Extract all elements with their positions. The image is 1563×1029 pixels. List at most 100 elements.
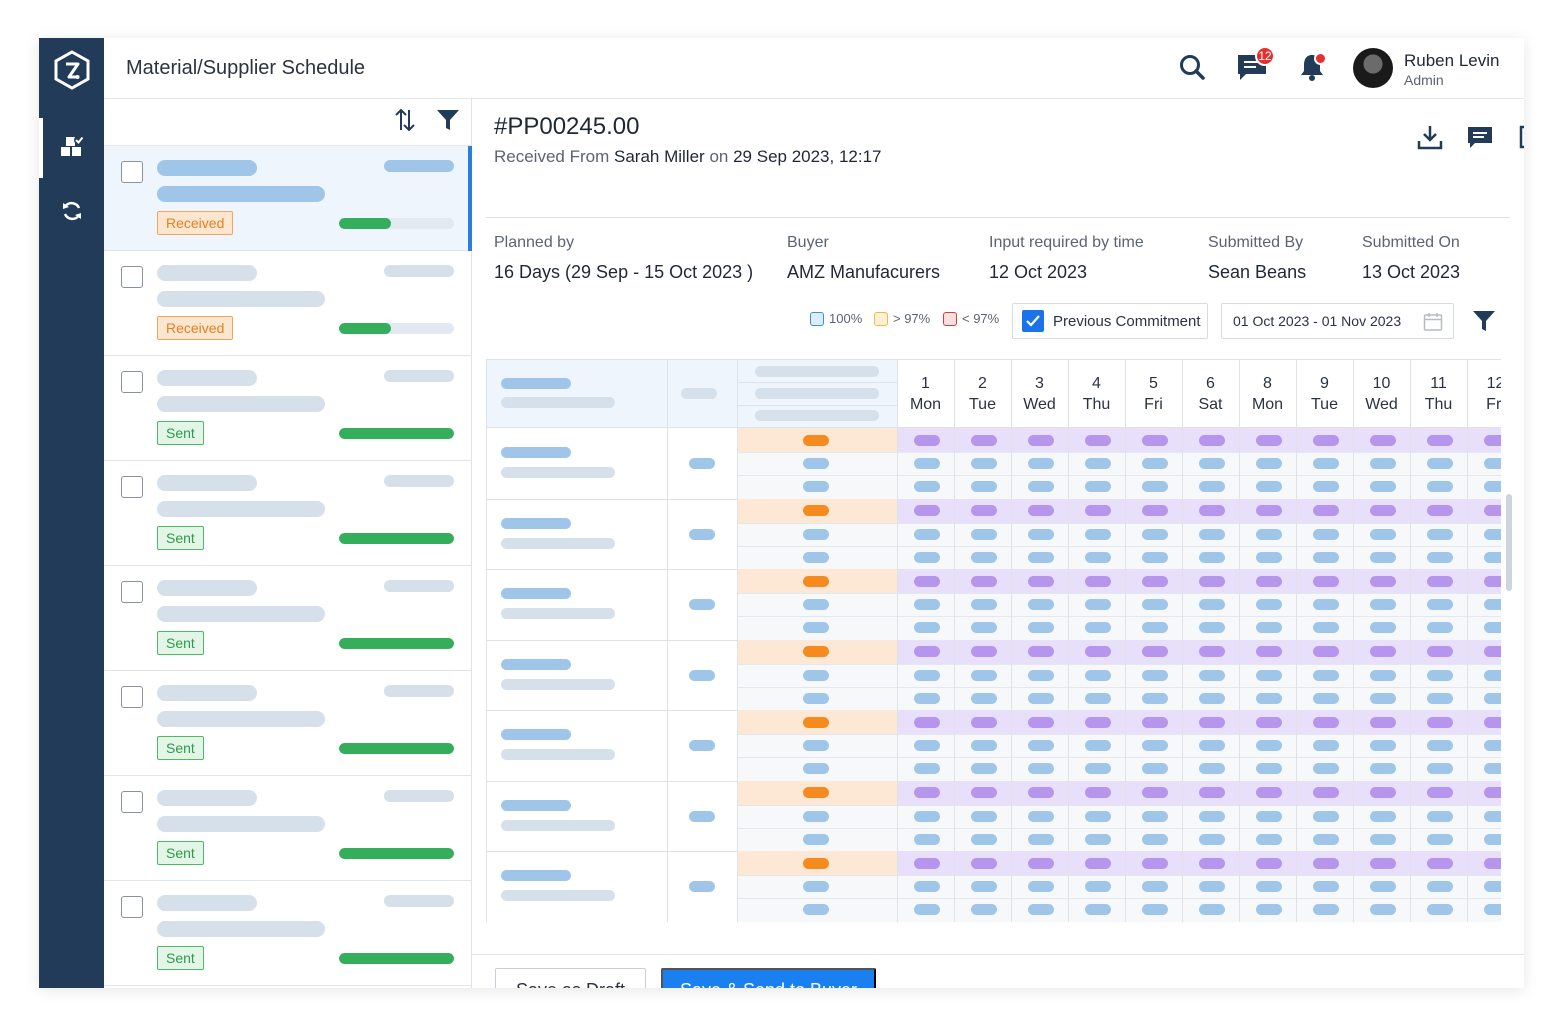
list-item[interactable]: Sent — [104, 776, 471, 881]
list-item[interactable]: Sent — [104, 566, 471, 671]
day-cell-pill[interactable] — [971, 810, 997, 822]
day-cell-pill[interactable] — [1484, 669, 1501, 681]
day-cell-pill[interactable] — [1256, 740, 1282, 751]
day-cell-pill[interactable] — [1142, 528, 1168, 540]
day-cell-pill[interactable] — [1484, 833, 1501, 845]
nav-sync-button[interactable] — [39, 183, 104, 243]
day-cell-pill[interactable] — [1427, 505, 1453, 516]
day-cell-pill[interactable] — [1199, 434, 1225, 446]
day-cell-pill[interactable] — [1427, 575, 1453, 587]
day-cell-pill[interactable] — [1370, 669, 1396, 681]
day-cell-pill[interactable] — [1484, 481, 1501, 493]
day-cell-pill[interactable] — [1370, 857, 1396, 869]
day-cell-pill[interactable] — [1142, 716, 1168, 728]
day-cell-pill[interactable] — [1028, 669, 1054, 681]
day-cell-pill[interactable] — [914, 904, 940, 916]
day-cell-pill[interactable] — [1256, 833, 1282, 845]
day-cell-pill[interactable] — [971, 692, 997, 704]
day-cell-pill[interactable] — [1199, 810, 1225, 822]
day-cell-pill[interactable] — [1313, 833, 1339, 845]
day-cell-pill[interactable] — [1427, 599, 1453, 610]
day-cell-pill[interactable] — [1142, 481, 1168, 493]
day-cell-pill[interactable] — [914, 810, 940, 822]
day-cell-pill[interactable] — [1028, 505, 1054, 516]
day-cell-pill[interactable] — [1028, 763, 1054, 775]
day-cell-pill[interactable] — [1484, 904, 1501, 916]
comments-button[interactable] — [1465, 124, 1495, 154]
day-cell-pill[interactable] — [1085, 575, 1111, 587]
search-button[interactable] — [1175, 52, 1209, 86]
avatar[interactable] — [1353, 48, 1393, 88]
day-cell-pill[interactable] — [971, 434, 997, 446]
day-cell-pill[interactable] — [1199, 857, 1225, 869]
day-cell-pill[interactable] — [1085, 551, 1111, 563]
day-cell-pill[interactable] — [1256, 716, 1282, 728]
day-cell-pill[interactable] — [1142, 692, 1168, 704]
day-cell-pill[interactable] — [1085, 763, 1111, 775]
day-cell-pill[interactable] — [1427, 481, 1453, 493]
day-cell-pill[interactable] — [914, 692, 940, 704]
day-cell-pill[interactable] — [1484, 881, 1501, 892]
day-cell-pill[interactable] — [914, 669, 940, 681]
day-cell-pill[interactable] — [914, 716, 940, 728]
day-cell-pill[interactable] — [1142, 833, 1168, 845]
day-cell-pill[interactable] — [1199, 833, 1225, 845]
day-cell-pill[interactable] — [1484, 810, 1501, 822]
list-item[interactable]: Sent — [104, 461, 471, 566]
list-item[interactable]: Received — [104, 146, 472, 251]
day-cell-pill[interactable] — [914, 763, 940, 775]
list-item-checkbox[interactable] — [121, 266, 143, 288]
day-cell-pill[interactable] — [1370, 692, 1396, 704]
day-cell-pill[interactable] — [1085, 458, 1111, 469]
list-item-checkbox[interactable] — [121, 161, 143, 183]
nav-materials-button[interactable] — [39, 118, 104, 178]
day-cell-pill[interactable] — [1142, 669, 1168, 681]
day-cell-pill[interactable] — [1427, 740, 1453, 751]
day-cell-pill[interactable] — [971, 787, 997, 798]
day-cell-pill[interactable] — [971, 622, 997, 634]
vertical-scrollbar[interactable] — [1506, 494, 1512, 591]
day-cell-pill[interactable] — [971, 904, 997, 916]
list-item[interactable]: Received — [104, 251, 471, 356]
day-cell-pill[interactable] — [1484, 716, 1501, 728]
list-item-checkbox[interactable] — [121, 896, 143, 918]
day-cell-pill[interactable] — [1142, 646, 1168, 657]
day-cell-pill[interactable] — [1370, 646, 1396, 657]
day-cell-pill[interactable] — [971, 551, 997, 563]
day-cell-pill[interactable] — [1256, 599, 1282, 610]
day-cell-pill[interactable] — [1370, 763, 1396, 775]
day-cell-pill[interactable] — [1085, 740, 1111, 751]
day-cell-pill[interactable] — [1427, 833, 1453, 845]
day-cell-pill[interactable] — [1028, 458, 1054, 469]
day-cell-pill[interactable] — [971, 716, 997, 728]
day-cell-pill[interactable] — [1427, 622, 1453, 634]
day-cell-pill[interactable] — [1256, 787, 1282, 798]
day-cell-pill[interactable] — [1427, 692, 1453, 704]
day-cell-pill[interactable] — [1313, 575, 1339, 587]
list-item-checkbox[interactable] — [121, 581, 143, 603]
day-cell-pill[interactable] — [1484, 599, 1501, 610]
day-cell-pill[interactable] — [1313, 551, 1339, 563]
day-cell-pill[interactable] — [1370, 904, 1396, 916]
day-cell-pill[interactable] — [1427, 551, 1453, 563]
save-draft-button[interactable]: Save as Draft — [495, 968, 646, 988]
day-cell-pill[interactable] — [1313, 857, 1339, 869]
day-cell-pill[interactable] — [1028, 787, 1054, 798]
day-cell-pill[interactable] — [971, 599, 997, 610]
day-cell-pill[interactable] — [1370, 716, 1396, 728]
save-send-button[interactable]: Save & Send to Buyer — [661, 968, 876, 988]
day-cell-pill[interactable] — [1313, 458, 1339, 469]
day-cell-pill[interactable] — [1142, 763, 1168, 775]
list-item[interactable]: Sent — [104, 881, 471, 986]
day-cell-pill[interactable] — [1256, 622, 1282, 634]
day-cell-pill[interactable] — [1313, 787, 1339, 798]
day-cell-pill[interactable] — [914, 740, 940, 751]
day-cell-pill[interactable] — [1484, 505, 1501, 516]
day-cell-pill[interactable] — [1085, 528, 1111, 540]
day-cell-pill[interactable] — [1142, 434, 1168, 446]
day-cell-pill[interactable] — [1256, 575, 1282, 587]
day-cell-pill[interactable] — [1313, 904, 1339, 916]
day-cell-pill[interactable] — [1484, 551, 1501, 563]
day-cell-pill[interactable] — [1484, 787, 1501, 798]
day-cell-pill[interactable] — [1199, 740, 1225, 751]
